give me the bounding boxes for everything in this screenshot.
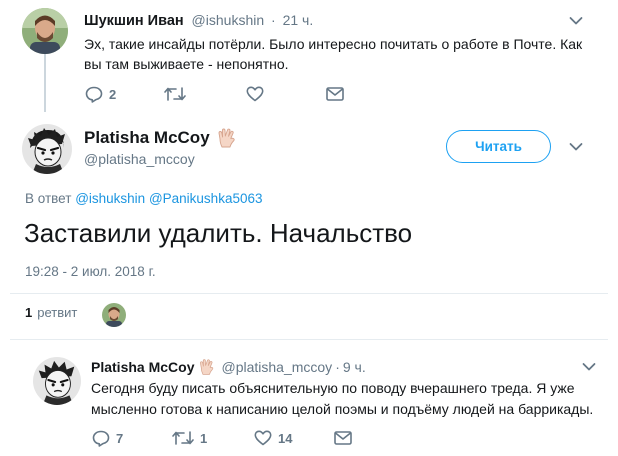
- author-name-row: Platisha McCoy: [84, 127, 238, 149]
- chevron-down-icon[interactable]: [582, 362, 596, 372]
- tweet-header: Шукшин Иван @ishukshin · 21 ч.: [84, 12, 313, 29]
- reply-count: 2: [109, 87, 117, 102]
- vulcan-salute-icon: [218, 128, 235, 148]
- like-button[interactable]: [246, 86, 264, 102]
- author-handle[interactable]: @ishukshin: [192, 12, 265, 28]
- divider: [10, 293, 608, 294]
- like-button[interactable]: 14: [254, 430, 292, 446]
- thread-connector: [44, 50, 46, 112]
- like-count: 14: [278, 430, 293, 446]
- tweet-text: Заставили удалить. Начальство: [24, 218, 413, 248]
- envelope-icon: [326, 87, 344, 101]
- follow-button[interactable]: Читать: [446, 130, 551, 163]
- tweet-timestamp[interactable]: 19:28 - 2 июл. 2018 г.: [25, 264, 156, 279]
- reply-count: 7: [116, 431, 124, 446]
- reply-icon: [85, 86, 103, 103]
- retweet-count[interactable]: 1: [25, 305, 32, 320]
- retweeter-avatar[interactable]: [102, 303, 126, 327]
- mention-link[interactable]: @Panikushka5063: [149, 191, 263, 206]
- retweet-stats: 1 ретвит: [25, 305, 77, 320]
- avatar[interactable]: [33, 357, 81, 405]
- chevron-down-icon[interactable]: [569, 16, 583, 26]
- vulcan-salute-icon: [200, 359, 214, 375]
- retweet-icon: [164, 87, 186, 101]
- tweet-text: Эх, такие инсайды потёрли. Было интересн…: [84, 36, 583, 72]
- avatar[interactable]: [22, 124, 72, 174]
- tweet-time[interactable]: 9 ч.: [343, 359, 366, 375]
- author-name[interactable]: Platisha McCoy: [84, 128, 210, 148]
- reply-button[interactable]: 2: [85, 86, 116, 103]
- tweet-header: Platisha McCoy @platisha_mccoy · 9 ч.: [91, 358, 366, 376]
- avatar[interactable]: [22, 8, 68, 54]
- envelope-icon: [334, 431, 352, 445]
- author-handle[interactable]: @platisha_mccoy: [84, 151, 195, 167]
- separator: ·: [335, 359, 340, 375]
- author-name[interactable]: Шукшин Иван: [84, 13, 184, 29]
- separator: ·: [271, 12, 276, 28]
- tweet-text: Сегодня буду писать объяснительную по по…: [91, 380, 594, 417]
- reply-context: В ответ @ishukshin @Panikushka5063: [25, 191, 262, 206]
- reply-to-prefix: В ответ: [25, 191, 72, 206]
- heart-icon: [246, 86, 264, 102]
- reply-icon: [92, 430, 110, 447]
- author-name[interactable]: Platisha McCoy: [91, 359, 194, 375]
- retweet-button[interactable]: [164, 86, 186, 102]
- retweet-icon: [172, 431, 194, 445]
- retweet-count: 1: [200, 430, 208, 446]
- author-handle[interactable]: @platisha_mccoy: [221, 359, 332, 375]
- retweet-button[interactable]: 1: [172, 430, 207, 446]
- heart-icon: [254, 430, 272, 446]
- mention-link[interactable]: @ishukshin: [75, 191, 145, 206]
- direct-message-button[interactable]: [326, 87, 344, 101]
- retweet-label[interactable]: ретвит: [37, 305, 77, 320]
- divider: [10, 339, 608, 340]
- tweet-time[interactable]: 21 ч.: [283, 12, 314, 28]
- chevron-down-icon[interactable]: [569, 142, 583, 152]
- direct-message-button[interactable]: [334, 431, 352, 445]
- reply-button[interactable]: 7: [92, 430, 123, 447]
